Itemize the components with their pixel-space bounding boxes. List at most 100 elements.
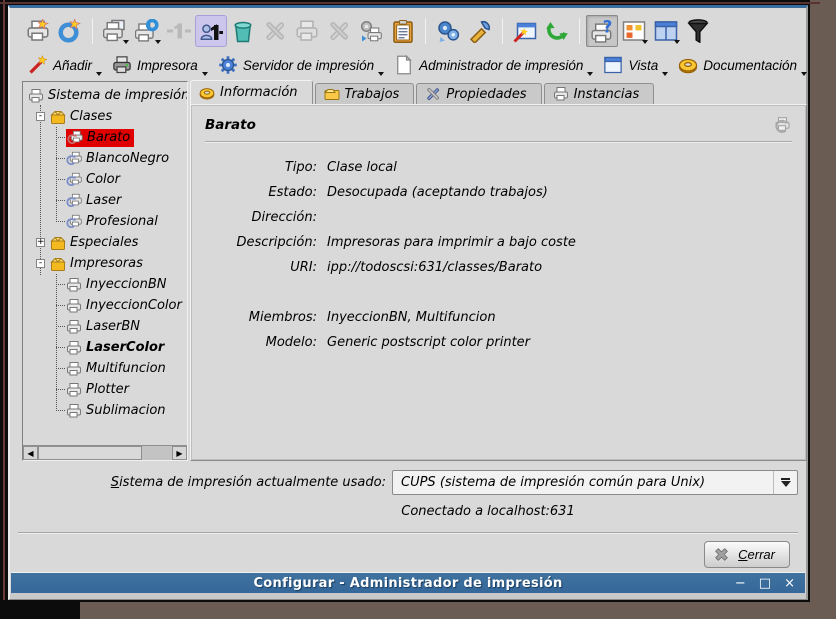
window-icon (603, 55, 623, 75)
print-manager-window: Añadir Impresora Servidor de impresión A… (8, 5, 808, 600)
printer-information-toggle[interactable] (586, 15, 618, 47)
tree-item-inyeccioncolor[interactable]: InyeccionColor (23, 295, 187, 316)
tree-item-lasercolor[interactable]: LaserColor (23, 337, 187, 358)
divider (18, 532, 798, 534)
clipboard-icon (391, 19, 415, 43)
add-printer-wizard-button[interactable] (22, 15, 54, 47)
tree-group-impresoras[interactable]: -Impresoras (23, 253, 187, 274)
tree-root-sistema-de-impresion[interactable]: Sistema de impresión (23, 85, 187, 106)
tree-group-especiales[interactable]: +Especiales (23, 232, 187, 253)
main-toolbar (14, 12, 802, 50)
print-test-page-button[interactable] (99, 15, 131, 47)
tree-item-laserbn[interactable]: LaserBN (23, 316, 187, 337)
menu-administrador-de-impresion[interactable]: Administrador de impresión (390, 53, 595, 77)
new-wizard-button[interactable] (509, 15, 541, 47)
cerrar-button[interactable]: Cerrar (704, 541, 790, 568)
collapse-expander[interactable]: - (36, 259, 45, 268)
tab-informacion[interactable]: Información (190, 80, 313, 104)
printer-tasks-button[interactable] (355, 15, 387, 47)
tree-item-color[interactable]: Color (23, 169, 187, 190)
printer-icon (66, 382, 82, 398)
printer-icon (66, 298, 82, 314)
chevron-down-icon (123, 40, 129, 44)
configure-server-button[interactable] (432, 15, 464, 47)
tree-item-barato[interactable]: Barato (23, 127, 187, 148)
desktop-background (810, 0, 836, 619)
tree-group-clases[interactable]: -Clases (23, 106, 187, 127)
chevron-down-icon (587, 72, 593, 76)
scrollbar-thumb[interactable] (38, 446, 142, 460)
desktop: Añadir Impresora Servidor de impresión A… (0, 0, 836, 619)
set-as-user-default-button[interactable] (195, 15, 227, 47)
menu-servidor-de-impresion[interactable]: Servidor de impresión (214, 53, 386, 77)
tree-item-blanconegro[interactable]: BlancoNegro (23, 148, 187, 169)
printer-class-icon (66, 193, 82, 209)
printer-class-icon (66, 151, 82, 167)
scroll-left-arrow-icon[interactable]: ◀ (23, 446, 38, 460)
info-row-modelo: Modelo:Generic postscript color printer (205, 330, 792, 355)
test-printer-button[interactable] (291, 15, 323, 47)
expand-expander[interactable]: + (36, 238, 45, 247)
chevron-down-icon[interactable] (773, 471, 797, 494)
chevron-down-icon (801, 72, 807, 76)
tree-item-profesional[interactable]: Profesional (23, 211, 187, 232)
divider (205, 141, 792, 143)
remove-printer-button[interactable] (227, 15, 259, 47)
minimize-button[interactable]: − (735, 577, 746, 590)
window-titlebar[interactable]: Configurar - Administrador de impresión … (11, 572, 805, 593)
add-special-printer-button[interactable] (54, 15, 86, 47)
tab-trabajos[interactable]: Trabajos (315, 83, 415, 104)
tree-item-multifuncion[interactable]: Multifuncion (23, 358, 187, 379)
gear-printer-icon (359, 19, 383, 43)
menu-anadir[interactable]: Añadir (24, 53, 104, 77)
refresh-view-button[interactable] (541, 15, 573, 47)
menu-vista[interactable]: Vista (599, 53, 670, 77)
gears-icon (436, 19, 460, 43)
tab-instancias[interactable]: Instancias (544, 83, 655, 104)
tree-item-sublimacion[interactable]: Sublimacion (23, 400, 187, 421)
printer-class-icon (67, 130, 83, 146)
screen-edge (0, 2, 820, 4)
printer-icon (28, 88, 44, 104)
filter-button[interactable] (682, 15, 714, 47)
menu-documentacion[interactable]: Documentación (674, 53, 809, 77)
printer-icon (66, 340, 82, 356)
selected-printer-title: Barato (205, 117, 256, 133)
maximize-button[interactable]: □ (759, 577, 771, 590)
scroll-right-arrow-icon[interactable]: ▶ (172, 446, 187, 460)
printer-icon (66, 403, 82, 419)
funnel-icon (686, 19, 710, 43)
view-print-jobs-button[interactable] (387, 15, 419, 47)
menu-impresora[interactable]: Impresora (108, 53, 210, 77)
tree-item-laser[interactable]: Laser (23, 190, 187, 211)
chevron-down-icon (662, 72, 668, 76)
disable-printer-button[interactable] (163, 15, 195, 47)
server-tools-button[interactable] (464, 15, 496, 47)
view-tree-button[interactable] (650, 15, 682, 47)
close-button[interactable]: × (784, 577, 795, 590)
chevron-down-icon (96, 72, 102, 76)
view-icons-button[interactable] (618, 15, 650, 47)
chevron-down-icon (674, 40, 680, 44)
tree-item-plotter[interactable]: Plotter (23, 379, 187, 400)
info-row-direccion: Dirección: (205, 205, 792, 230)
info-row-descripcion: Descripción:Impresoras para imprimir a b… (205, 230, 792, 255)
printer-options-button[interactable] (131, 15, 163, 47)
tree-item-inyeccionbn[interactable]: InyeccionBN (23, 274, 187, 295)
printer-tools-button[interactable] (323, 15, 355, 47)
horizontal-scrollbar[interactable]: ◀ ▶ (23, 445, 187, 460)
printer-icon (553, 86, 569, 102)
collapse-expander[interactable]: - (36, 112, 45, 121)
toolbar-separator (425, 18, 426, 44)
printer-tree-panel: Sistema de impresión -Clases Barato Blan… (22, 81, 188, 461)
refresh-icon (545, 19, 569, 43)
tab-propiedades[interactable]: Propiedades (416, 83, 541, 104)
trash-icon (231, 19, 255, 43)
configure-printer-button[interactable] (259, 15, 291, 47)
printer-refresh-icon[interactable] (772, 115, 792, 135)
scrollbar-track[interactable] (142, 446, 172, 460)
chevron-down-icon (378, 72, 384, 76)
screen-edge (3, 0, 5, 600)
printing-system-select[interactable]: CUPS (sistema de impresión común para Un… (392, 470, 798, 495)
printer-icon (112, 55, 132, 75)
